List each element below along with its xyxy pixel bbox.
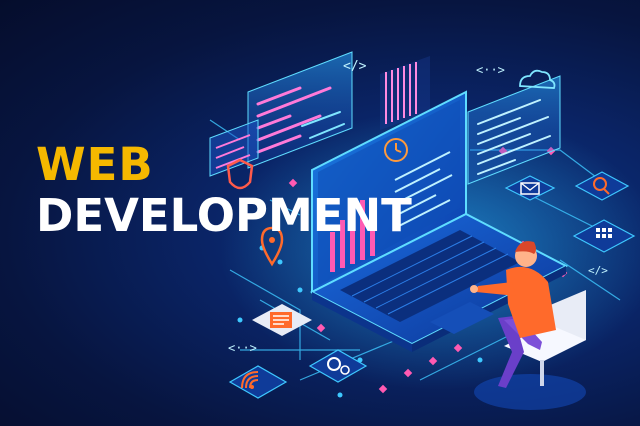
svg-text:<··>: <··> xyxy=(228,341,257,355)
headline-web: WEB xyxy=(36,138,154,191)
headline-development: DEVELOPMENT xyxy=(36,189,412,242)
svg-text:</>: </> xyxy=(343,59,367,74)
headline: WEB DEVELOPMENT xyxy=(36,142,412,238)
wifi-tile xyxy=(228,365,288,399)
svg-text:<··>: <··> xyxy=(476,63,505,77)
share-arrows-icon: <··> xyxy=(476,63,505,77)
svg-text:</>: </> xyxy=(588,264,608,277)
code-brackets-icon: </> xyxy=(343,59,367,74)
hero-banner: </> <··> </> <··> WEB DEVELOPMENT xyxy=(0,0,640,426)
code-tile-left: <··> xyxy=(228,341,257,355)
share-tile-right: </> xyxy=(588,264,608,277)
